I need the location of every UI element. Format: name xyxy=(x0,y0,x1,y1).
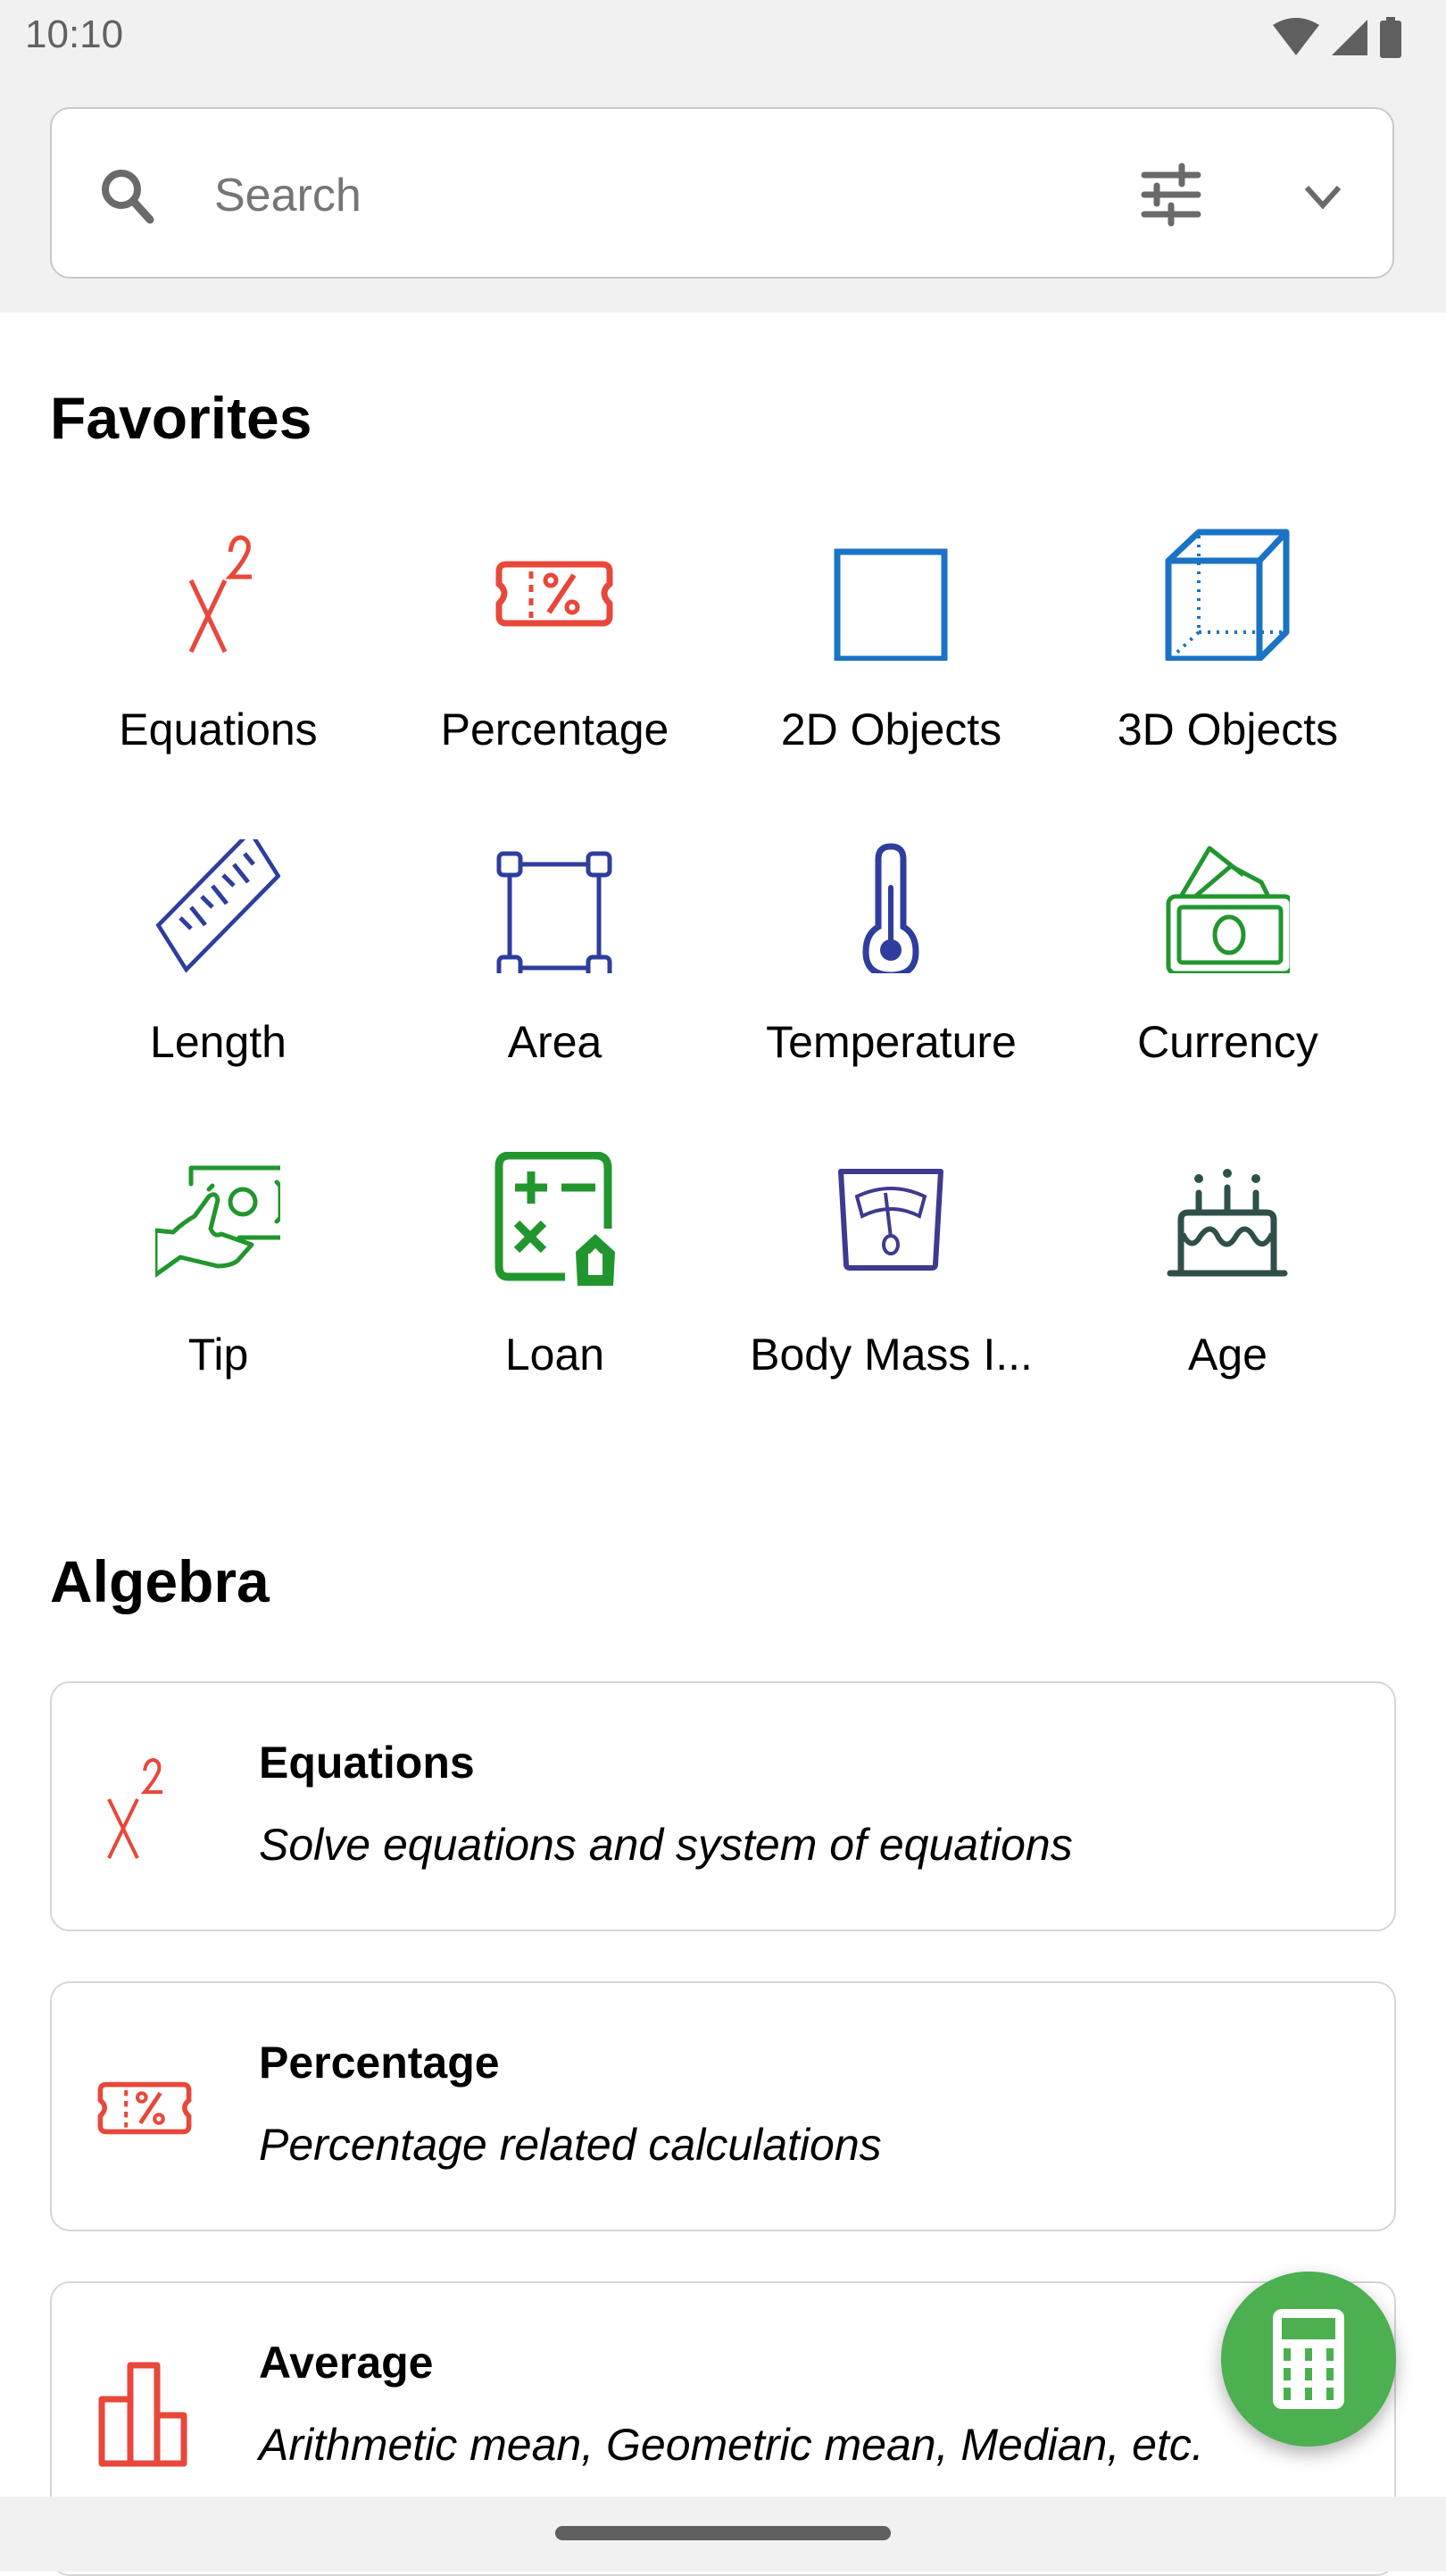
search-bar[interactable] xyxy=(50,107,1394,279)
birthday-cake-icon xyxy=(1167,1169,1288,1277)
filter-sliders-icon[interactable] xyxy=(1139,163,1203,227)
favorite-label: 2D Objects xyxy=(780,704,1002,754)
loan-calculator-icon xyxy=(494,1152,615,1286)
weight-scale-icon xyxy=(838,1169,943,1271)
chevron-down-icon[interactable] xyxy=(1300,173,1346,220)
favorite-label: Area xyxy=(507,1017,602,1067)
system-navigation-bar xyxy=(0,2497,1446,2572)
favorite-percentage[interactable]: Percentage xyxy=(386,509,723,813)
favorite-label: Percentage xyxy=(440,704,669,754)
hand-money-icon xyxy=(155,1165,280,1278)
favorite-3d-objects[interactable]: 3D Objects xyxy=(1060,509,1396,813)
favorite-label: Currency xyxy=(1137,1017,1318,1067)
favorite-label: Temperature xyxy=(766,1017,1017,1067)
favorite-2d-objects[interactable]: 2D Objects xyxy=(723,509,1060,813)
favorite-length[interactable]: Length xyxy=(50,821,386,1125)
home-gesture-handle[interactable] xyxy=(555,2526,891,2540)
favorite-label: Length xyxy=(150,1017,287,1067)
status-time: 10:10 xyxy=(25,13,124,56)
x-squared-icon xyxy=(188,535,252,654)
card-description: Percentage related calculations xyxy=(259,2120,882,2170)
area-selection-icon xyxy=(496,851,612,973)
percent-ticket-icon xyxy=(97,2081,192,2135)
favorite-tip[interactable]: Tip xyxy=(50,1134,386,1438)
favorites-title: Favorites xyxy=(50,385,312,451)
favorite-age[interactable]: Age xyxy=(1060,1134,1396,1438)
ruler-icon xyxy=(155,839,280,973)
favorite-label: 3D Objects xyxy=(1117,704,1339,754)
search-icon[interactable] xyxy=(96,164,159,227)
favorite-equations[interactable]: Equations xyxy=(50,509,386,813)
square-icon xyxy=(834,548,948,661)
search-input[interactable] xyxy=(212,159,1019,232)
favorite-area[interactable]: Area xyxy=(386,821,723,1125)
card-title: Average xyxy=(259,2338,434,2388)
favorite-label: Body Mass I... xyxy=(750,1330,1033,1380)
algebra-card-equations[interactable]: Equations Solve equations and system of … xyxy=(50,1681,1396,1931)
top-area: 10:10 xyxy=(0,0,1446,313)
favorite-label: Tip xyxy=(187,1330,249,1380)
favorite-temperature[interactable]: Temperature xyxy=(723,821,1060,1125)
algebra-title: Algebra xyxy=(50,1548,270,1614)
favorite-bmi[interactable]: Body Mass I... xyxy=(723,1134,1060,1438)
favorite-loan[interactable]: Loan xyxy=(386,1134,723,1438)
favorite-label: Equations xyxy=(119,704,318,754)
x-squared-icon xyxy=(107,1757,162,1859)
battery-icon xyxy=(1380,17,1401,58)
cube-icon xyxy=(1165,529,1290,661)
algebra-card-percentage[interactable]: Percentage Percentage related calculatio… xyxy=(50,1981,1396,2231)
favorite-currency[interactable]: Currency xyxy=(1060,821,1396,1125)
wifi-icon xyxy=(1273,18,1319,55)
card-title: Equations xyxy=(259,1738,475,1788)
card-title: Percentage xyxy=(259,2038,500,2088)
card-description: Arithmetic mean, Geometric mean, Median,… xyxy=(259,2420,1204,2470)
bar-chart-icon xyxy=(98,2362,187,2467)
calculator-fab-button[interactable] xyxy=(1221,2272,1396,2447)
cellular-signal-icon xyxy=(1332,20,1367,55)
calculator-icon xyxy=(1273,2309,1344,2409)
percent-ticket-icon xyxy=(495,561,613,627)
favorite-label: Age xyxy=(1188,1330,1267,1380)
favorite-label: Loan xyxy=(504,1330,605,1380)
money-stack-icon xyxy=(1166,846,1290,973)
status-icons xyxy=(1271,16,1403,59)
card-description: Solve equations and system of equations xyxy=(259,1820,1073,1870)
thermometer-icon xyxy=(862,843,919,973)
